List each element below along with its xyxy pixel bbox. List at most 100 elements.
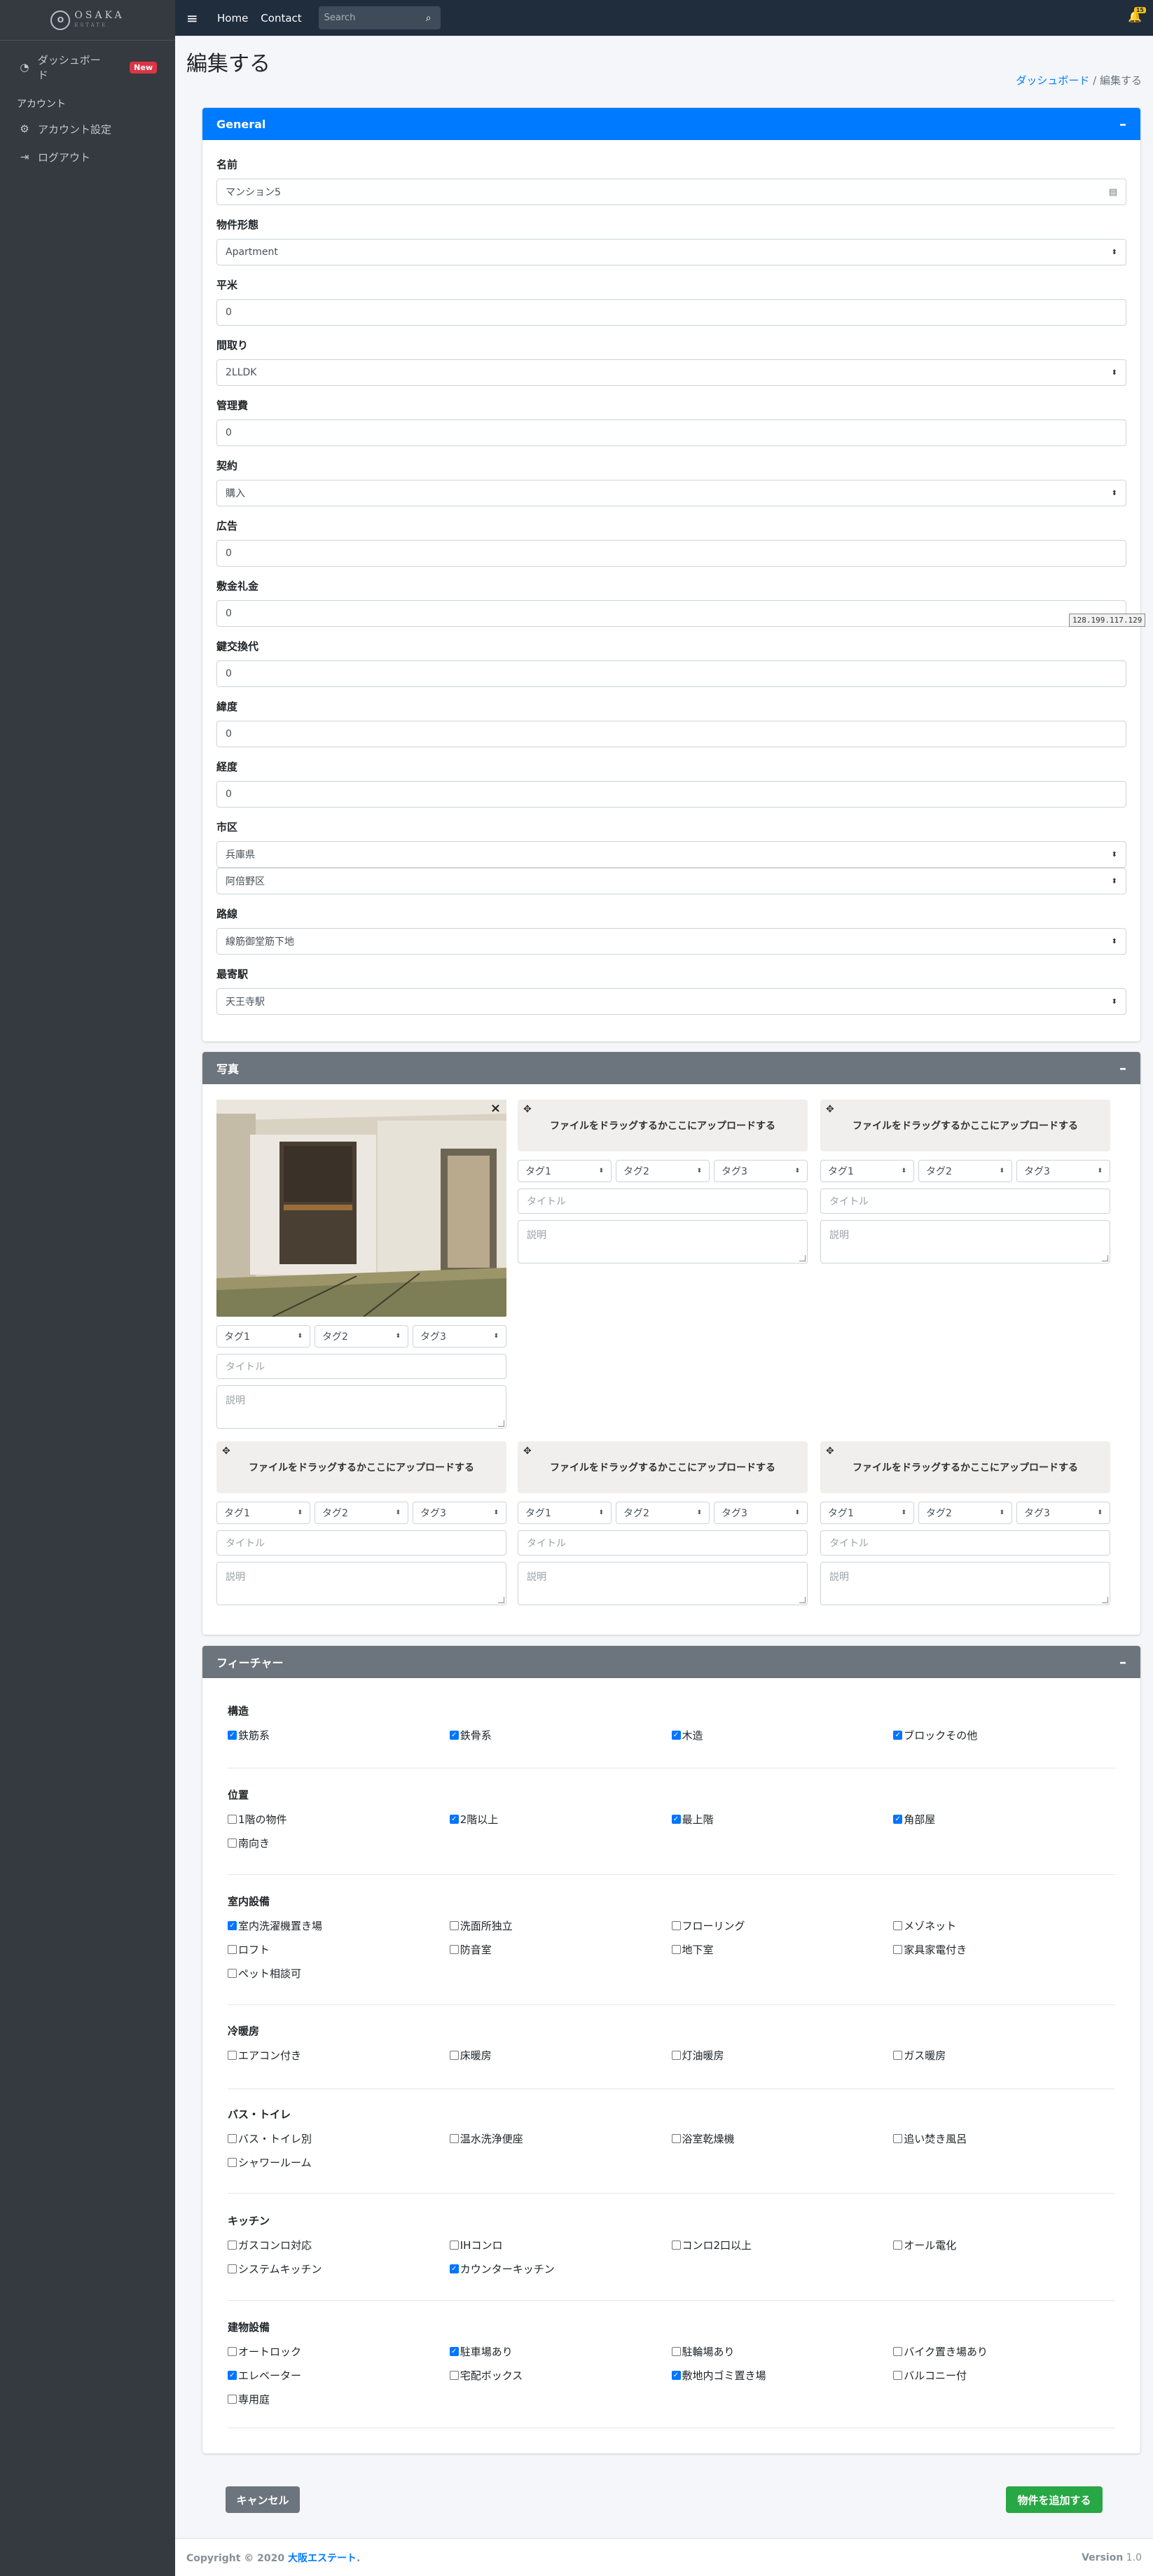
tag3-select[interactable]: タグ3 ⬍ bbox=[714, 1160, 808, 1182]
unchecked-checkbox-icon[interactable] bbox=[228, 1969, 237, 1978]
unchecked-checkbox-icon[interactable] bbox=[449, 2241, 459, 2250]
feature-checkbox[interactable]: 温水洗浄便座 bbox=[449, 2131, 672, 2146]
feature-checkbox[interactable]: ✓ 2階以上 bbox=[449, 1812, 672, 1827]
unchecked-checkbox-icon[interactable] bbox=[449, 2051, 459, 2060]
photo-description-textarea[interactable]: 説明 bbox=[216, 1385, 506, 1429]
feature-checkbox[interactable]: ガスコンロ対応 bbox=[228, 2238, 450, 2252]
upload-dropzone[interactable]: ✥ ファイルをドラッグするかここにアップロードする bbox=[820, 1100, 1110, 1151]
unchecked-checkbox-icon[interactable] bbox=[893, 2051, 903, 2060]
checked-checkbox-icon[interactable]: ✓ bbox=[449, 2347, 459, 2356]
feature-checkbox[interactable]: 追い焚き風呂 bbox=[893, 2131, 1115, 2146]
feature-checkbox[interactable]: 洗面所独立 bbox=[449, 1918, 672, 1933]
unchecked-checkbox-icon[interactable] bbox=[671, 2347, 681, 2356]
feature-checkbox[interactable]: 南向き bbox=[228, 1836, 450, 1850]
checked-checkbox-icon[interactable]: ✓ bbox=[228, 1921, 237, 1930]
tag1-select[interactable]: タグ1 ⬍ bbox=[820, 1160, 914, 1182]
feature-checkbox[interactable]: フローリング bbox=[671, 1918, 894, 1933]
tag3-select[interactable]: タグ3 ⬍ bbox=[413, 1502, 506, 1524]
photo-description-textarea[interactable]: 説明 bbox=[820, 1220, 1110, 1263]
longitude-input[interactable]: 0 bbox=[216, 781, 1126, 808]
unchecked-checkbox-icon[interactable] bbox=[228, 2051, 237, 2060]
ward-select[interactable]: 阿倍野区 ⬍ bbox=[216, 868, 1126, 894]
unchecked-checkbox-icon[interactable] bbox=[228, 1945, 237, 1954]
unchecked-checkbox-icon[interactable] bbox=[228, 2134, 237, 2143]
unchecked-checkbox-icon[interactable] bbox=[893, 2371, 903, 2380]
checked-checkbox-icon[interactable]: ✓ bbox=[893, 1731, 903, 1740]
photo-description-textarea[interactable]: 説明 bbox=[216, 1562, 506, 1605]
hamburger-menu-icon[interactable]: ≡ bbox=[186, 10, 207, 27]
tag2-select[interactable]: タグ2 ⬍ bbox=[315, 1325, 408, 1348]
collapse-icon[interactable]: – bbox=[1119, 1060, 1126, 1076]
unchecked-checkbox-icon[interactable] bbox=[893, 2134, 903, 2143]
unchecked-checkbox-icon[interactable] bbox=[449, 2371, 459, 2380]
tag2-select[interactable]: タグ2 ⬍ bbox=[918, 1502, 1012, 1524]
feature-checkbox[interactable]: IHコンロ bbox=[449, 2238, 672, 2252]
feature-checkbox[interactable]: ✓ エレベーター bbox=[228, 2368, 450, 2383]
sidebar-item-logout[interactable]: ⇥ ログアウト bbox=[7, 143, 168, 171]
unchecked-checkbox-icon[interactable] bbox=[893, 2347, 903, 2356]
feature-checkbox[interactable]: ✓ 敷地内ゴミ置き場 bbox=[671, 2368, 894, 2383]
unchecked-checkbox-icon[interactable] bbox=[893, 1921, 903, 1930]
name-input[interactable]: マンション5 ▤ bbox=[216, 179, 1126, 205]
feature-checkbox[interactable]: エアコン付き bbox=[228, 2048, 450, 2063]
cancel-button[interactable]: キャンセル bbox=[226, 2486, 300, 2513]
feature-checkbox[interactable]: 家具家電付き bbox=[893, 1942, 1115, 1957]
search-icon[interactable]: ⌕ bbox=[417, 6, 441, 29]
photo-title-input[interactable]: タイトル bbox=[216, 1354, 506, 1379]
photo-title-input[interactable]: タイトル bbox=[820, 1530, 1110, 1556]
feature-checkbox[interactable]: 防音室 bbox=[449, 1942, 672, 1957]
train-line-select[interactable]: 線筋御堂筋下地 ⬍ bbox=[216, 928, 1126, 955]
upload-dropzone[interactable]: ✥ ファイルをドラッグするかここにアップロードする bbox=[820, 1441, 1110, 1493]
move-handle-icon[interactable]: ✥ bbox=[826, 1104, 834, 1115]
checked-checkbox-icon[interactable]: ✓ bbox=[671, 1815, 681, 1824]
sidebar-item-dashboard[interactable]: ◔ ダッシュボード New bbox=[7, 53, 168, 81]
add-property-button[interactable]: 物件を追加する bbox=[1006, 2486, 1103, 2513]
unchecked-checkbox-icon[interactable] bbox=[228, 1815, 237, 1824]
tag1-select[interactable]: タグ1 ⬍ bbox=[216, 1502, 310, 1524]
move-handle-icon[interactable]: ✥ bbox=[523, 1446, 532, 1457]
tag2-select[interactable]: タグ2 ⬍ bbox=[918, 1160, 1012, 1182]
unchecked-checkbox-icon[interactable] bbox=[228, 1838, 237, 1848]
feature-checkbox[interactable]: メゾネット bbox=[893, 1918, 1115, 1933]
tag1-select[interactable]: タグ1 ⬍ bbox=[216, 1325, 310, 1348]
unchecked-checkbox-icon[interactable] bbox=[671, 2051, 681, 2060]
photo-description-textarea[interactable]: 説明 bbox=[518, 1220, 808, 1263]
checked-checkbox-icon[interactable]: ✓ bbox=[449, 2264, 459, 2273]
feature-checkbox[interactable]: ロフト bbox=[228, 1942, 450, 1957]
unchecked-checkbox-icon[interactable] bbox=[449, 1945, 459, 1954]
layout-select[interactable]: 2LLDK ⬍ bbox=[216, 359, 1126, 386]
unchecked-checkbox-icon[interactable] bbox=[893, 2241, 903, 2250]
tag2-select[interactable]: タグ2 ⬍ bbox=[616, 1160, 710, 1182]
feature-checkbox[interactable]: 床暖房 bbox=[449, 2048, 672, 2063]
feature-checkbox[interactable]: 浴室乾燥機 bbox=[671, 2131, 894, 2146]
tag3-select[interactable]: タグ3 ⬍ bbox=[714, 1502, 808, 1524]
checked-checkbox-icon[interactable]: ✓ bbox=[893, 1815, 903, 1824]
photo-title-input[interactable]: タイトル bbox=[216, 1530, 506, 1556]
feature-checkbox[interactable]: ✓ 室内洗濯機置き場 bbox=[228, 1918, 450, 1933]
checked-checkbox-icon[interactable]: ✓ bbox=[228, 2371, 237, 2380]
unchecked-checkbox-icon[interactable] bbox=[893, 1945, 903, 1954]
bell-icon[interactable]: 🔔 15 bbox=[1128, 7, 1146, 23]
unchecked-checkbox-icon[interactable] bbox=[228, 2241, 237, 2250]
feature-checkbox[interactable]: ✓ カウンターキッチン bbox=[449, 2262, 672, 2276]
feature-checkbox[interactable]: バス・トイレ別 bbox=[228, 2131, 450, 2146]
nav-link-home[interactable]: Home bbox=[217, 12, 248, 25]
latitude-input[interactable]: 0 bbox=[216, 721, 1126, 747]
property-type-select[interactable]: Apartment ⬍ bbox=[216, 239, 1126, 265]
photo-title-input[interactable]: タイトル bbox=[820, 1189, 1110, 1214]
feature-checkbox[interactable]: コンロ2口以上 bbox=[671, 2238, 894, 2252]
tag1-select[interactable]: タグ1 ⬍ bbox=[518, 1160, 612, 1182]
checked-checkbox-icon[interactable]: ✓ bbox=[671, 1731, 681, 1740]
feature-checkbox[interactable]: ガス暖房 bbox=[893, 2048, 1115, 2063]
feature-checkbox[interactable]: オール電化 bbox=[893, 2238, 1115, 2252]
deposit-input[interactable]: 0 bbox=[216, 600, 1126, 627]
tag1-select[interactable]: タグ1 ⬍ bbox=[518, 1502, 612, 1524]
collapse-icon[interactable]: – bbox=[1119, 116, 1126, 132]
unchecked-checkbox-icon[interactable] bbox=[671, 2134, 681, 2143]
feature-checkbox[interactable]: 宅配ボックス bbox=[449, 2368, 672, 2383]
feature-checkbox[interactable]: ✓ 鉄筋系 bbox=[228, 1728, 450, 1743]
feature-checkbox[interactable]: 地下室 bbox=[671, 1942, 894, 1957]
tag3-select[interactable]: タグ3 ⬍ bbox=[1016, 1160, 1110, 1182]
unchecked-checkbox-icon[interactable] bbox=[228, 2158, 237, 2167]
unchecked-checkbox-icon[interactable] bbox=[671, 2241, 681, 2250]
